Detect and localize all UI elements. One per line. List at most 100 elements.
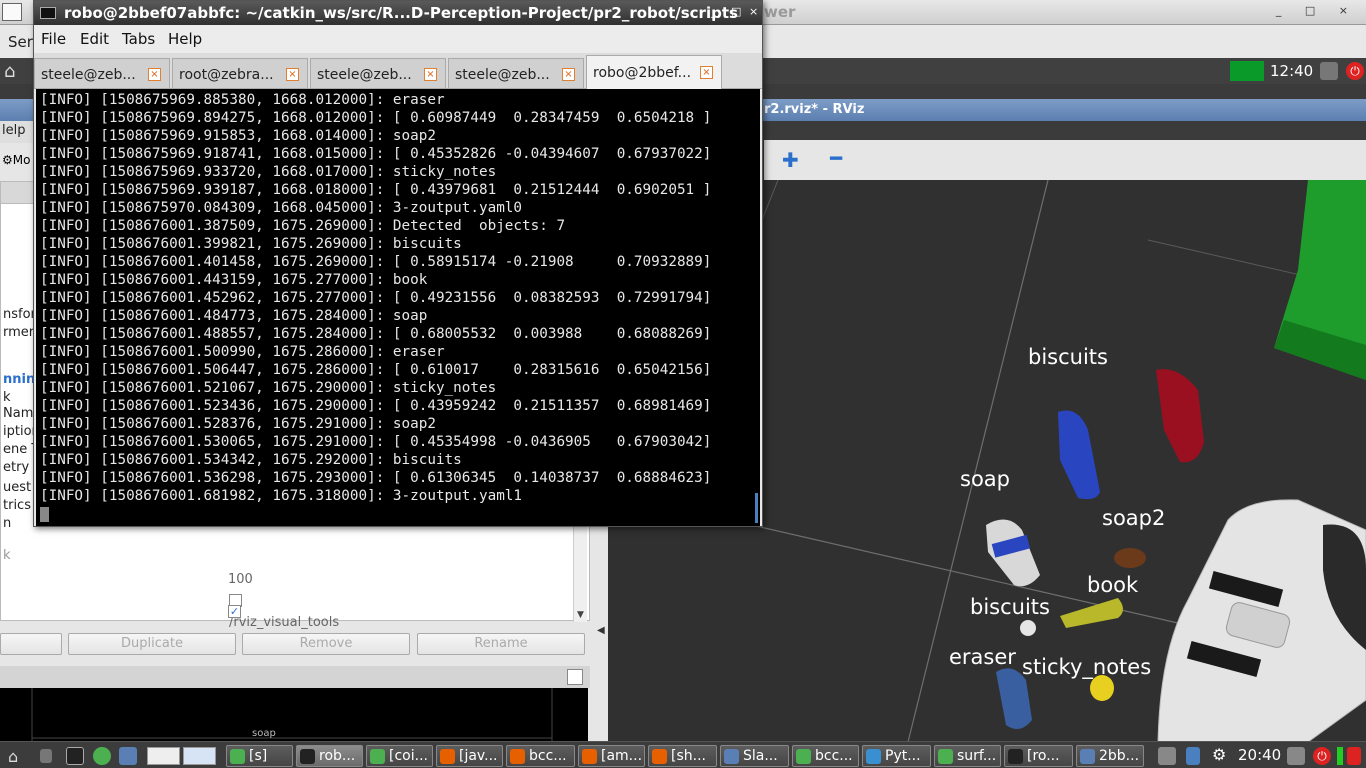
menu-edit[interactable]: Edit xyxy=(80,30,109,48)
taskbar-window-label: [am... xyxy=(601,748,643,764)
terminal-line: [INFO] [1508676001.401458, 1675.269000]:… xyxy=(40,254,712,270)
taskbar-window-label: [jav... xyxy=(459,748,498,764)
add-display-button[interactable] xyxy=(0,633,62,655)
visible-checkbox[interactable]: ✓ xyxy=(228,605,241,618)
taskbar-window-button[interactable]: rob... xyxy=(296,745,363,767)
topic-value[interactable]: /rviz_visual_tools xyxy=(229,615,339,630)
firefox-icon xyxy=(440,749,455,764)
terminal-launcher-icon[interactable] xyxy=(66,747,84,765)
taskbar-window-label: surf... xyxy=(957,748,997,764)
property-label[interactable]: k xyxy=(3,548,11,563)
menu-file[interactable]: File xyxy=(41,30,66,48)
terminal-tab[interactable]: root@zebra... × xyxy=(172,58,308,88)
power-icon[interactable]: ⏻ xyxy=(1346,62,1364,80)
distro-logo-icon[interactable]: ⌂ xyxy=(4,61,15,82)
duplicate-button[interactable]: Duplicate xyxy=(68,633,236,655)
terminal-line: [INFO] [1508676001.681982, 1675.318000]:… xyxy=(40,488,523,504)
object-label: biscuits xyxy=(1028,345,1108,369)
taskbar-window-label: [s] xyxy=(249,748,268,764)
object-label: soap2 xyxy=(1102,506,1166,530)
rviz-help-menu[interactable]: lelp xyxy=(2,123,25,138)
minus-icon[interactable]: ━ xyxy=(830,146,842,170)
tab-close-icon[interactable]: × xyxy=(148,68,161,81)
taskbar-window-button[interactable]: [jav... xyxy=(436,745,503,767)
terminal-line: [INFO] [1508675969.933720, 1668.017000]:… xyxy=(40,164,497,180)
terminal-tab[interactable]: steele@zeb... × xyxy=(310,58,446,88)
file-manager-icon[interactable] xyxy=(40,749,52,763)
taskbar-window-label: bcc... xyxy=(815,748,853,764)
taskbar-window-button[interactable]: 2bb... xyxy=(1076,745,1144,767)
taskbar-window-button[interactable]: Sla... xyxy=(720,745,789,767)
terminal-title: robo@2bbef07abbfc: ~/catkin_ws/src/R...D… xyxy=(64,4,738,22)
object-label: sticky_notes xyxy=(1022,655,1152,679)
taskbar-window-label: bcc... xyxy=(529,748,567,764)
marker-scale-value[interactable]: 100 xyxy=(228,572,253,587)
cpu-meter-icon xyxy=(1337,747,1343,765)
windows-launcher-icon[interactable] xyxy=(119,747,137,765)
tab-close-icon[interactable]: × xyxy=(286,68,299,81)
taskbar-window-button[interactable]: [coi... xyxy=(366,745,433,767)
terminal-screen[interactable]: [INFO] [1508675969.885380, 1668.012000]:… xyxy=(36,89,760,526)
minimize-button[interactable]: _ xyxy=(711,5,717,18)
tab-close-icon[interactable]: × xyxy=(700,66,713,79)
terminal-line: [INFO] [1508676001.484773, 1675.284000]:… xyxy=(40,308,428,324)
start-menu-icon[interactable]: ⌂ xyxy=(8,747,26,766)
property-label[interactable]: trics xyxy=(3,498,31,513)
terminal-line: [INFO] [1508675969.915853, 1668.014000]:… xyxy=(40,128,436,144)
scroll-down-icon[interactable]: ▼ xyxy=(577,610,584,620)
plus-icon[interactable]: ✚ xyxy=(782,148,799,172)
rename-button[interactable]: Rename xyxy=(417,633,585,655)
tab-label: steele@zeb... xyxy=(317,67,412,83)
terminal-scrollbar[interactable] xyxy=(755,493,758,523)
window-icon xyxy=(1080,749,1095,764)
move-camera-tool[interactable]: ⚙Mo xyxy=(2,153,30,167)
collapse-arrow-icon[interactable]: ◀ xyxy=(597,625,605,636)
taskbar-window-button[interactable]: Pyt... xyxy=(862,745,931,767)
remove-button[interactable]: Remove xyxy=(242,633,410,655)
gear-icon[interactable]: ⚙ xyxy=(1212,745,1230,764)
close-button[interactable]: × xyxy=(749,5,758,18)
user-icon[interactable] xyxy=(1320,62,1338,80)
signal-icon[interactable] xyxy=(1186,747,1200,765)
biscuits-small-cloud xyxy=(1020,620,1036,636)
tab-close-icon[interactable]: × xyxy=(562,68,575,81)
taskbar-window-button[interactable]: bcc... xyxy=(506,745,575,767)
user-icon[interactable] xyxy=(1287,747,1305,765)
tab-close-icon[interactable]: × xyxy=(424,68,437,81)
terminal-tab[interactable]: steele@zeb... × xyxy=(448,58,584,88)
leaf-launcher-icon[interactable] xyxy=(93,747,111,765)
taskbar-window-button[interactable]: [s] xyxy=(226,745,293,767)
logout-icon[interactable] xyxy=(1347,747,1361,765)
taskbar-window-label: Pyt... xyxy=(885,748,921,764)
terminal-line: [INFO] [1508676001.443159, 1675.277000]:… xyxy=(40,272,428,288)
vnc-menu-item[interactable]: Ser xyxy=(8,33,33,51)
window-menu-icon[interactable] xyxy=(2,3,22,21)
taskbar-window-button[interactable]: [ro... xyxy=(1004,745,1073,767)
terminal-line: [INFO] [1508676001.387509, 1675.269000]:… xyxy=(40,218,566,234)
taskbar-window-button[interactable]: [am... xyxy=(578,745,645,767)
network-icon[interactable] xyxy=(1158,747,1176,765)
terminal-tab[interactable]: robo@2bbef... × xyxy=(586,55,722,89)
taskbar-window-button[interactable]: bcc... xyxy=(792,745,859,767)
taskbar-window-button[interactable]: surf... xyxy=(934,745,1001,767)
property-label[interactable]: nsfor xyxy=(3,307,36,322)
terminal-tab[interactable]: steele@zeb... × xyxy=(34,58,170,88)
property-label[interactable]: rmer xyxy=(3,325,34,340)
property-label[interactable]: uest xyxy=(3,480,31,495)
property-label[interactable]: Nam xyxy=(3,406,33,421)
taskbar-window-button[interactable]: [sh... xyxy=(648,745,717,767)
property-label[interactable]: k xyxy=(3,390,11,405)
property-label[interactable]: nnin xyxy=(3,372,35,387)
vnc-window-buttons[interactable]: _ □ × xyxy=(1276,4,1358,17)
property-label[interactable]: n xyxy=(3,516,11,531)
menu-tabs[interactable]: Tabs xyxy=(122,30,155,48)
menu-help[interactable]: Help xyxy=(168,30,202,48)
property-label[interactable]: etry xyxy=(3,460,29,475)
workspace-2[interactable] xyxy=(183,747,216,765)
terminal-icon xyxy=(300,749,315,764)
workspace-1[interactable] xyxy=(147,747,180,765)
tab-label: robo@2bbef... xyxy=(593,65,692,81)
power-icon[interactable]: ⏻ xyxy=(1313,747,1331,765)
views-panel-checkbox[interactable] xyxy=(567,669,583,685)
maximize-button[interactable]: □ xyxy=(731,5,741,18)
